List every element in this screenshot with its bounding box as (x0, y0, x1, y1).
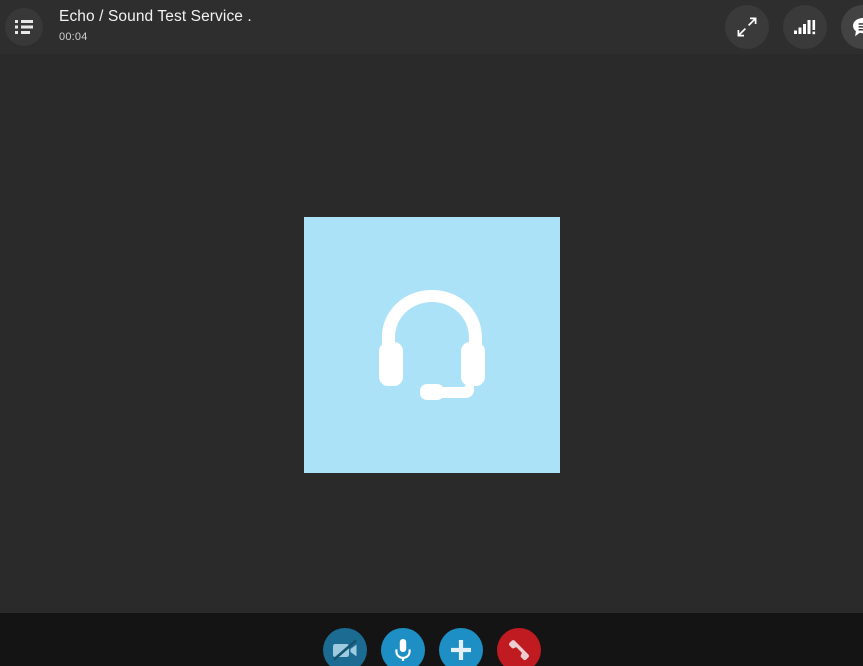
call-control-bar: Mobi Picker Mobi Picker (0, 613, 863, 666)
participant-avatar-tile[interactable] (304, 217, 560, 473)
call-title: Echo / Sound Test Service . (59, 8, 252, 25)
expand-arrows-icon (737, 17, 757, 37)
call-quality-button[interactable] (783, 5, 827, 49)
headset-icon (379, 290, 485, 400)
chat-bubble-icon (853, 17, 863, 36)
chat-button[interactable] (841, 5, 863, 49)
plus-icon (450, 639, 471, 660)
video-stage (0, 54, 863, 613)
call-window: Echo / Sound Test Service . 00:04 (0, 0, 863, 666)
add-participant-button[interactable] (438, 627, 483, 666)
call-header-text: Echo / Sound Test Service . 00:04 (59, 6, 252, 45)
menu-button[interactable] (5, 8, 43, 46)
list-menu-icon (15, 20, 33, 34)
hangup-button[interactable] (496, 627, 541, 666)
fullscreen-button[interactable] (725, 5, 769, 49)
microphone-icon (394, 638, 411, 661)
video-toggle-button[interactable] (322, 627, 367, 666)
call-timer: 00:04 (59, 31, 88, 43)
call-header: Echo / Sound Test Service . 00:04 (0, 0, 863, 54)
header-actions (725, 0, 863, 54)
camera-off-icon (332, 639, 357, 660)
signal-bars-warning-icon (794, 20, 816, 35)
call-controls (0, 613, 863, 666)
mic-toggle-button[interactable] (380, 627, 425, 666)
phone-hangup-icon (508, 639, 529, 660)
